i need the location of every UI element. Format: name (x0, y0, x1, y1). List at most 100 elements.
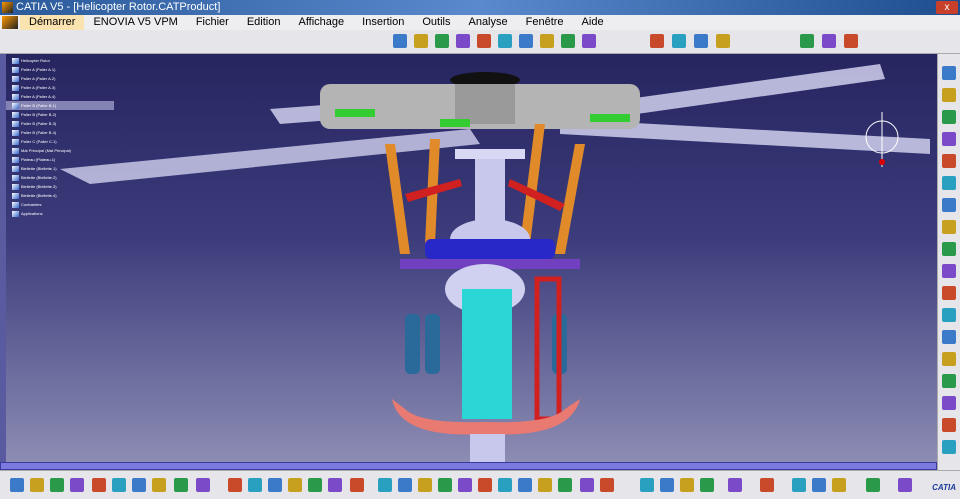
menu-aide[interactable]: Aide (573, 15, 613, 30)
tree-item[interactable]: Biellette (Biellette.2) (4, 173, 114, 182)
right-tool-icon[interactable] (942, 154, 956, 168)
top-tool-icon[interactable] (519, 34, 533, 48)
bottom-tool-icon[interactable] (680, 478, 694, 492)
tree-item[interactable]: Helicopter Rotor (4, 56, 114, 65)
bottom-tool-icon[interactable] (866, 478, 880, 492)
bottom-tool-icon[interactable] (70, 478, 84, 492)
tree-item[interactable]: Palier B (Palier B.1) (4, 101, 114, 110)
right-tool-icon[interactable] (942, 440, 956, 454)
bottom-tool-icon[interactable] (152, 478, 166, 492)
right-tool-icon[interactable] (942, 242, 956, 256)
right-tool-icon[interactable] (942, 308, 956, 322)
bottom-tool-icon[interactable] (558, 478, 572, 492)
top-tool-icon[interactable] (844, 34, 858, 48)
menu-affichage[interactable]: Affichage (289, 15, 353, 30)
menu-edition[interactable]: Edition (238, 15, 290, 30)
horizontal-scrollbar[interactable] (0, 462, 937, 470)
bottom-tool-icon[interactable] (832, 478, 846, 492)
right-tool-icon[interactable] (942, 66, 956, 80)
close-button[interactable]: x (936, 1, 958, 14)
bottom-tool-icon[interactable] (640, 478, 654, 492)
top-tool-icon[interactable] (540, 34, 554, 48)
bottom-tool-icon[interactable] (580, 478, 594, 492)
right-tool-icon[interactable] (942, 176, 956, 190)
tree-item[interactable]: Plateau (Plateau.1) (4, 155, 114, 164)
right-tool-icon[interactable] (942, 418, 956, 432)
top-tool-icon[interactable] (822, 34, 836, 48)
top-tool-icon[interactable] (650, 34, 664, 48)
bottom-tool-icon[interactable] (498, 478, 512, 492)
top-tool-icon[interactable] (561, 34, 575, 48)
bottom-tool-icon[interactable] (174, 478, 188, 492)
bottom-tool-icon[interactable] (132, 478, 146, 492)
top-tool-icon[interactable] (800, 34, 814, 48)
tree-item[interactable]: Palier A (Palier A.2) (4, 74, 114, 83)
bottom-tool-icon[interactable] (760, 478, 774, 492)
bottom-tool-icon[interactable] (812, 478, 826, 492)
tree-item[interactable]: Contraintes (4, 200, 114, 209)
right-tool-icon[interactable] (942, 220, 956, 234)
bottom-tool-icon[interactable] (898, 478, 912, 492)
bottom-tool-icon[interactable] (728, 478, 742, 492)
tree-item[interactable]: Palier B (Palier B.4) (4, 128, 114, 137)
bottom-tool-icon[interactable] (700, 478, 714, 492)
right-tool-icon[interactable] (942, 110, 956, 124)
top-tool-icon[interactable] (456, 34, 470, 48)
bottom-tool-icon[interactable] (518, 478, 532, 492)
bottom-tool-icon[interactable] (418, 478, 432, 492)
tree-item[interactable]: Palier A (Palier A.4) (4, 92, 114, 101)
tree-scrollbar[interactable] (0, 54, 6, 462)
top-tool-icon[interactable] (582, 34, 596, 48)
right-tool-icon[interactable] (942, 330, 956, 344)
tree-item[interactable]: Palier B (Palier B.3) (4, 119, 114, 128)
right-tool-icon[interactable] (942, 352, 956, 366)
bottom-tool-icon[interactable] (378, 478, 392, 492)
menu-demarrer[interactable]: Démarrer (20, 15, 85, 30)
right-tool-icon[interactable] (942, 198, 956, 212)
tree-item[interactable]: Palier B (Palier B.2) (4, 110, 114, 119)
tree-item[interactable]: Biellette (Biellette.3) (4, 182, 114, 191)
tree-item[interactable]: Palier A (Palier A.1) (4, 65, 114, 74)
right-tool-icon[interactable] (942, 396, 956, 410)
right-tool-icon[interactable] (942, 286, 956, 300)
bottom-tool-icon[interactable] (196, 478, 210, 492)
top-tool-icon[interactable] (393, 34, 407, 48)
tree-item[interactable]: Mat Principal (Mat Principal) (4, 146, 114, 155)
bottom-tool-icon[interactable] (438, 478, 452, 492)
tree-item[interactable]: Palier A (Palier A.3) (4, 83, 114, 92)
tree-item[interactable]: Biellette (Biellette.4) (4, 191, 114, 200)
top-tool-icon[interactable] (435, 34, 449, 48)
tree-item[interactable]: Palier C (Palier C.1) (4, 137, 114, 146)
top-tool-icon[interactable] (672, 34, 686, 48)
bottom-tool-icon[interactable] (228, 478, 242, 492)
bottom-tool-icon[interactable] (478, 478, 492, 492)
menu-fenetre[interactable]: Fenêtre (517, 15, 573, 30)
3d-viewport[interactable]: Helicopter Rotor Palier A (Palier A.1) Pal… (0, 54, 937, 462)
bottom-tool-icon[interactable] (10, 478, 24, 492)
menu-outils[interactable]: Outils (413, 15, 459, 30)
right-tool-icon[interactable] (942, 374, 956, 388)
bottom-tool-icon[interactable] (398, 478, 412, 492)
bottom-tool-icon[interactable] (92, 478, 106, 492)
menu-analyse[interactable]: Analyse (459, 15, 516, 30)
bottom-tool-icon[interactable] (112, 478, 126, 492)
right-tool-icon[interactable] (942, 88, 956, 102)
bottom-tool-icon[interactable] (308, 478, 322, 492)
bottom-tool-icon[interactable] (792, 478, 806, 492)
bottom-tool-icon[interactable] (30, 478, 44, 492)
bottom-tool-icon[interactable] (50, 478, 64, 492)
bottom-tool-icon[interactable] (288, 478, 302, 492)
bottom-tool-icon[interactable] (458, 478, 472, 492)
top-tool-icon[interactable] (477, 34, 491, 48)
bottom-tool-icon[interactable] (600, 478, 614, 492)
bottom-tool-icon[interactable] (660, 478, 674, 492)
menu-insertion[interactable]: Insertion (353, 15, 413, 30)
menu-enovia[interactable]: ENOVIA V5 VPM (84, 15, 186, 30)
bottom-tool-icon[interactable] (538, 478, 552, 492)
right-tool-icon[interactable] (942, 264, 956, 278)
tree-item[interactable]: Applications (4, 209, 114, 218)
right-tool-icon[interactable] (942, 132, 956, 146)
top-tool-icon[interactable] (716, 34, 730, 48)
tree-item[interactable]: Biellette (Biellette.1) (4, 164, 114, 173)
app-icon[interactable] (2, 16, 18, 29)
